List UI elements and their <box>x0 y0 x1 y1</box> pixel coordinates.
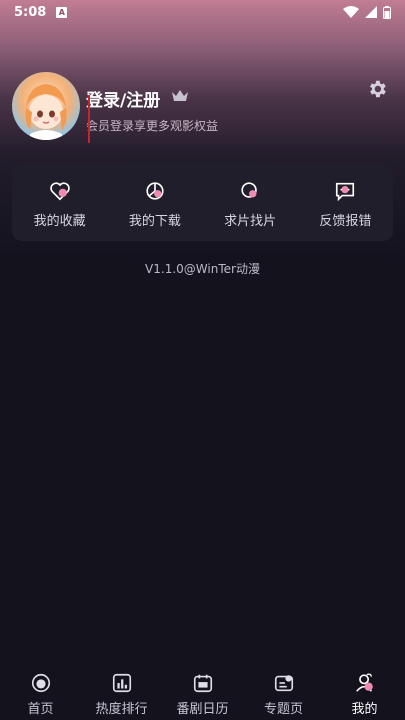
status-bar: 5:08 A <box>0 0 405 24</box>
notification-badge: A <box>56 6 68 18</box>
status-time: 5:08 <box>14 4 47 20</box>
crown-icon <box>172 90 188 101</box>
nav-item-profile[interactable]: 我的 <box>324 666 405 720</box>
nav-label: 首页 <box>27 702 54 717</box>
nav-item-ranking[interactable]: 热度排行 <box>81 666 162 720</box>
heart-icon <box>49 182 70 201</box>
menu-item-downloads[interactable]: 我的下载 <box>107 163 202 241</box>
nav-label: 热度排行 <box>95 702 148 717</box>
wifi-icon <box>343 6 359 18</box>
menu-item-favorites[interactable]: 我的收藏 <box>12 163 107 241</box>
menu-label: 我的收藏 <box>33 214 86 229</box>
gear-icon[interactable] <box>366 78 388 100</box>
login-subtitle: 会员登录享更多观影权益 <box>86 119 219 133</box>
avatar-image <box>25 84 67 140</box>
login-register-link[interactable]: 登录/注册 <box>86 86 160 111</box>
text-cursor-mark <box>88 95 90 143</box>
version-label: V1.1.0@WinTer动漫 <box>145 262 260 276</box>
nav-label: 专题页 <box>263 702 303 717</box>
nav-item-home[interactable]: 首页 <box>0 666 81 720</box>
nav-item-topics[interactable]: 专题页 <box>243 666 324 720</box>
signal-icon <box>365 6 377 18</box>
nav-label: 番剧日历 <box>176 702 229 717</box>
avatar[interactable] <box>12 72 80 140</box>
menu-label: 我的下载 <box>128 214 181 229</box>
menu-label: 求片找片 <box>224 214 277 229</box>
profile-header: 登录/注册 会员登录享更多观影权益 <box>12 72 393 142</box>
bottom-nav: 首页 热度排行 番剧日历 专题页 我的 <box>0 666 405 720</box>
topic-icon <box>274 675 293 692</box>
home-icon <box>31 673 50 693</box>
ranking-icon <box>112 673 131 693</box>
nav-label: 我的 <box>351 702 378 717</box>
quick-menu-card: 我的收藏 我的下载 求片找片 反馈报错 <box>12 163 393 241</box>
search-film-icon <box>241 182 257 198</box>
status-icons <box>343 5 391 19</box>
profile-icon <box>355 673 373 692</box>
menu-item-request[interactable]: 求片找片 <box>203 163 298 241</box>
download-icon <box>146 182 164 200</box>
menu-label: 反馈报错 <box>319 214 372 229</box>
calendar-icon <box>193 674 212 693</box>
feedback-icon <box>336 182 355 202</box>
battery-icon <box>383 5 391 19</box>
menu-item-feedback[interactable]: 反馈报错 <box>298 163 393 241</box>
nav-item-calendar[interactable]: 番剧日历 <box>162 666 243 720</box>
